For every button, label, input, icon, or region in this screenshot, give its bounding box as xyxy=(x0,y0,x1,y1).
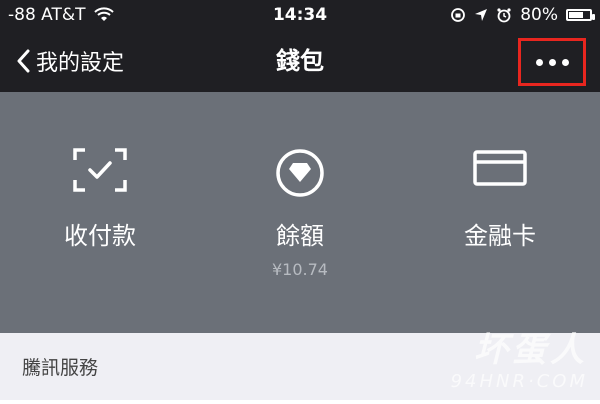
coin-icon xyxy=(200,148,400,198)
navigation-bar: 我的設定 錢包 xyxy=(0,30,600,92)
wallet-item-label: 餘額 xyxy=(276,222,324,250)
watermark-line2: 94HNR·COM xyxy=(450,371,588,392)
rotation-lock-icon xyxy=(451,8,466,22)
alarm-icon xyxy=(497,8,511,23)
battery-icon xyxy=(566,9,595,21)
page-title: 錢包 xyxy=(276,47,324,75)
wallet-item-label: 金融卡 xyxy=(464,222,536,250)
battery-percent: 80% xyxy=(520,5,558,25)
more-dots-icon xyxy=(535,58,569,66)
status-bar: -88 AT&T 14:34 80% xyxy=(0,0,600,30)
watermark-line1: 坏蛋人 xyxy=(474,330,588,370)
status-right: 80% xyxy=(450,0,595,30)
wallet-item-payment[interactable]: 收付款 xyxy=(0,92,200,333)
wallet-item-label: 收付款 xyxy=(64,222,136,250)
top-bar: -88 AT&T 14:34 80% 我的設定 錢包 xyxy=(0,0,600,92)
wallet-item-bank-card[interactable]: 金融卡 xyxy=(400,92,600,333)
card-icon xyxy=(400,148,600,198)
location-icon xyxy=(475,9,488,21)
more-options-button[interactable] xyxy=(518,38,586,86)
watermark: 坏蛋人 94HNR·COM xyxy=(402,322,588,402)
wallet-panel: 收付款 餘額 ¥10.74 金融卡 xyxy=(0,92,600,333)
scan-icon xyxy=(0,148,200,198)
balance-amount: ¥10.74 xyxy=(272,260,328,279)
section-title: 騰訊服務 xyxy=(22,357,99,379)
wallet-item-balance[interactable]: 餘額 ¥10.74 xyxy=(200,92,400,333)
